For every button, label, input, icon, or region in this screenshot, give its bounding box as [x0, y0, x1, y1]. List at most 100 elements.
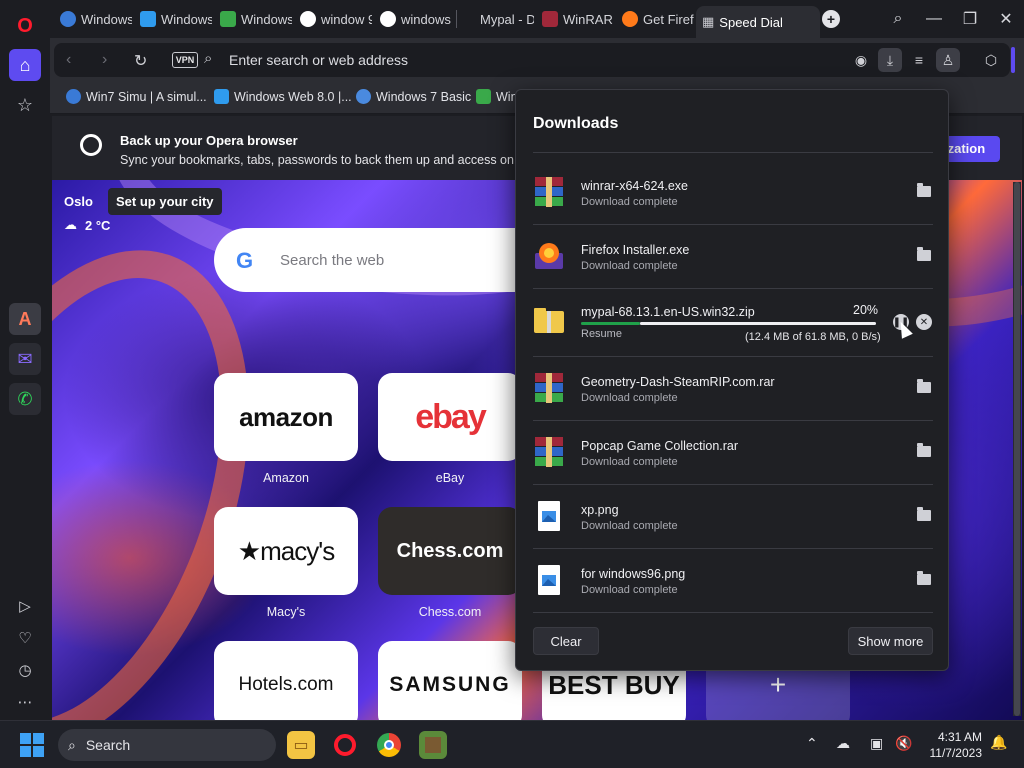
star-icon[interactable]: ☆ — [9, 89, 41, 121]
speed-dial-label: eBay — [435, 471, 465, 485]
download-status: Download complete — [581, 520, 678, 532]
tab[interactable]: Windows — [54, 6, 132, 32]
history-clock-icon[interactable]: ◷ — [9, 654, 41, 686]
download-item[interactable]: Firefox Installer.exe Download complete — [533, 224, 933, 288]
volume-muted-icon[interactable]: 🔇 — [895, 735, 912, 752]
google-icon — [380, 11, 396, 27]
minecraft-icon[interactable] — [419, 731, 447, 759]
folder-icon[interactable] — [917, 379, 931, 393]
tab[interactable]: Windows — [134, 6, 212, 32]
speed-dial-tile-hotels[interactable]: Hotels.com — [214, 641, 358, 720]
tab-search-icon[interactable]: ⌕ — [880, 6, 916, 32]
tab[interactable]: Mypal - D — [478, 6, 534, 32]
speed-dial-tile-amazon[interactable]: amazon — [214, 373, 358, 461]
page-scrollbar[interactable] — [1013, 182, 1021, 716]
minimize-button[interactable]: — — [916, 6, 952, 32]
close-button[interactable]: ✕ — [988, 6, 1024, 32]
extensions-cube-icon[interactable]: ⬡ — [979, 48, 1003, 72]
tab-active-speed-dial[interactable]: ▦ Speed Dial — [696, 6, 820, 38]
player-icon[interactable]: ▷ — [9, 590, 41, 622]
downloads-panel: Downloads winrar-x64-624.exe Download co… — [515, 89, 949, 671]
back-icon[interactable]: ‹ — [66, 51, 71, 69]
restore-button[interactable]: ❐ — [952, 6, 988, 32]
network-icon[interactable]: ▣ — [870, 735, 883, 752]
new-tab-button[interactable]: + — [816, 6, 846, 32]
easy-setup-icon[interactable]: ≡ — [907, 48, 931, 72]
tab-label: Mypal - D — [480, 11, 534, 27]
address-bar: ‹ › ↻ VPN ⌕ ◉ ⤓ ≡ ♙ ⬡ — [54, 43, 1010, 77]
address-input[interactable] — [229, 49, 789, 71]
bookmark-item[interactable]: Windows Web 8.0 |... — [214, 89, 352, 104]
web-search-input[interactable] — [280, 248, 520, 272]
opera-logo-icon[interactable]: O — [9, 10, 41, 42]
winrar-like-icon — [220, 11, 236, 27]
speed-dial-tile-chess[interactable]: Chess.com — [378, 507, 522, 595]
folder-icon[interactable] — [917, 183, 931, 197]
tab[interactable]: windows — [374, 6, 452, 32]
opera-taskbar-icon[interactable] — [331, 731, 359, 759]
weather-city[interactable]: Oslo — [64, 194, 93, 209]
camera-icon[interactable]: ◉ — [849, 48, 873, 72]
notification-bell-icon[interactable]: 🔔 — [990, 734, 1007, 751]
folder-icon[interactable] — [917, 571, 931, 585]
download-filename: for windows96.png — [581, 567, 686, 581]
taskbar-search[interactable]: ⌕ Search — [58, 729, 276, 761]
speed-dial-tile-ebay[interactable]: ebay — [378, 373, 522, 461]
aria-icon[interactable]: A — [9, 303, 41, 335]
whatsapp-icon[interactable]: ✆ — [9, 383, 41, 415]
messenger-icon[interactable]: ✉ — [9, 343, 41, 375]
more-icon[interactable]: ⋯ — [9, 686, 41, 718]
speed-dial-label: Chess.com — [418, 605, 482, 619]
cancel-icon[interactable]: ✕ — [916, 314, 932, 330]
firefox-icon — [622, 11, 638, 27]
tab-separator — [456, 10, 457, 28]
chrome-icon[interactable] — [375, 731, 403, 759]
image-file-icon — [533, 565, 565, 595]
tab[interactable]: Windows — [214, 6, 292, 32]
home-icon[interactable]: ⌂ — [9, 49, 41, 81]
bookmark-item[interactable]: Win7 Simu | A simul... — [66, 89, 207, 104]
reload-icon[interactable]: ↻ — [134, 51, 147, 71]
profile-icon[interactable]: ♙ — [936, 48, 960, 72]
heart-icon[interactable]: ♡ — [9, 622, 41, 654]
speed-dial-tile-samsung[interactable]: SAMSUNG — [378, 641, 522, 720]
download-item[interactable]: Geometry-Dash-SteamRIP.com.rar Download … — [533, 356, 933, 420]
winrar-icon — [533, 177, 565, 207]
file-explorer-icon[interactable]: ▭ — [287, 731, 315, 759]
show-more-button[interactable]: Show more — [848, 627, 933, 655]
clock[interactable]: 4:31 AM 11/7/2023 — [926, 729, 983, 761]
start-button[interactable] — [20, 733, 44, 757]
bestbuy-logo: BEST BUY — [548, 670, 680, 700]
download-item-in-progress[interactable]: mypal-68.13.1.en-US.win32.zip 20% Resume… — [533, 288, 933, 352]
scrollbar-thumb[interactable] — [1014, 182, 1020, 716]
tab[interactable]: Get Firefo — [616, 6, 694, 32]
download-status: Download complete — [581, 196, 678, 208]
speed-dial-tile-macys[interactable]: ★macy's — [214, 507, 358, 595]
windows-logo-icon — [20, 733, 31, 744]
download-item[interactable]: winrar-x64-624.exe Download complete — [533, 160, 933, 224]
chevron-up-icon[interactable]: ⌃ — [806, 735, 818, 752]
bookmark-item[interactable]: Windows 7 Basic — [356, 89, 471, 104]
tab[interactable]: WinRAR — [536, 6, 614, 32]
bookmark-item[interactable]: Win — [476, 89, 518, 104]
vpn-badge[interactable]: VPN — [172, 52, 198, 68]
web-search-box[interactable]: G — [214, 228, 534, 292]
resume-link[interactable]: Resume — [581, 328, 622, 340]
download-icon[interactable]: ⤓ — [878, 48, 902, 72]
tab[interactable]: window 9 — [294, 6, 372, 32]
setup-city-tooltip[interactable]: Set up your city — [108, 188, 222, 215]
download-item[interactable]: xp.png Download complete — [533, 484, 933, 548]
download-status: Download complete — [581, 584, 678, 596]
speed-dial-grid-icon: ▦ — [702, 14, 715, 29]
forward-icon[interactable]: › — [102, 51, 107, 69]
download-item[interactable]: Popcap Game Collection.rar Download comp… — [533, 420, 933, 484]
clear-button[interactable]: Clear — [533, 627, 599, 655]
weather-widget[interactable]: ☁ 2 °C — [64, 217, 110, 233]
google-icon — [300, 11, 316, 27]
folder-icon[interactable] — [917, 247, 931, 261]
folder-icon[interactable] — [917, 443, 931, 457]
cloud-off-icon[interactable]: ☁ — [836, 735, 850, 752]
windows-logo-icon — [33, 733, 44, 744]
folder-icon[interactable] — [917, 507, 931, 521]
download-item[interactable]: for windows96.png Download complete — [533, 548, 933, 612]
